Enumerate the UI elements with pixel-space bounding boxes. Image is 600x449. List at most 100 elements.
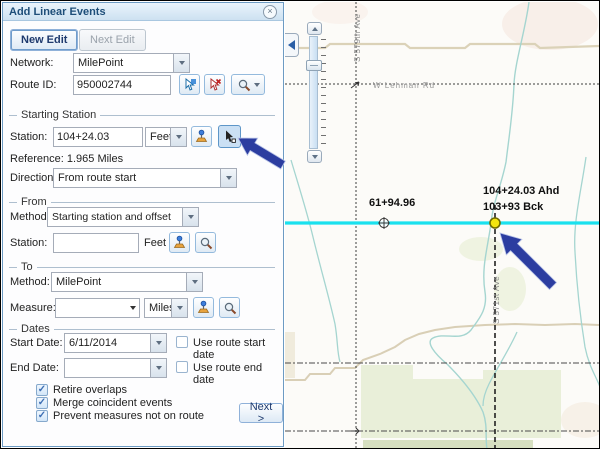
end-date-value [64, 358, 150, 378]
station-label-right-line2: 103+93 Bck [483, 201, 544, 213]
route-search-dropdown-button[interactable] [231, 74, 265, 95]
end-date-field[interactable] [64, 358, 167, 378]
clear-route-selection-button[interactable] [204, 74, 225, 95]
add-linear-events-panel: Add Linear Events × New Edit Next Edit N… [2, 2, 284, 447]
app-window: Add Linear Events × New Edit Next Edit N… [0, 0, 600, 449]
map-stream-right [575, 157, 600, 387]
road-label-579th: S 579th Ave [353, 13, 362, 62]
prevent-measures-checkbox[interactable]: ✓ [36, 410, 48, 422]
chevron-down-icon [254, 83, 260, 87]
next-edit-button[interactable]: Next Edit [79, 29, 146, 51]
measure-combobox[interactable] [55, 298, 140, 318]
from-method-label: Method: [10, 211, 50, 223]
pick-station-on-map-button[interactable] [218, 125, 241, 148]
panel-title: Add Linear Events [9, 6, 106, 18]
from-station-marker-button[interactable] [169, 232, 190, 253]
start-date-dropdown-icon[interactable] [150, 333, 167, 353]
panel-header: Add Linear Events × [3, 3, 283, 21]
road-label-571st: S 571st Ave [492, 276, 501, 324]
station-marker-tool-button[interactable] [191, 126, 212, 147]
network-dropdown-icon[interactable] [173, 53, 190, 73]
zoom-in-icon [312, 27, 318, 31]
to-title: To [17, 261, 37, 273]
start-date-value: 6/11/2014 [64, 333, 150, 353]
road-label-lehman: W Lehman Rd [373, 81, 435, 90]
zoom-slider-handle[interactable] [306, 60, 322, 71]
from-station-label: Station: [10, 237, 47, 249]
network-value: MilePoint [73, 53, 173, 73]
zoom-in-button[interactable] [307, 22, 322, 35]
map-direction-arrow [351, 82, 359, 88]
map-direction-arrow [351, 428, 359, 434]
starting-station-title: Starting Station [17, 109, 100, 121]
station-label-right-line1: 104+24.03 Ahd [483, 185, 559, 197]
use-route-end-date-label: Use route end date [193, 362, 283, 386]
from-method-dropdown-icon[interactable] [182, 207, 199, 227]
map-stream-left [291, 160, 340, 362]
new-edit-button[interactable]: New Edit [10, 29, 78, 51]
merge-coincident-events-checkbox[interactable]: ✓ [36, 397, 48, 409]
station-units-value: Feet [145, 127, 170, 147]
use-route-end-date-checkbox[interactable] [176, 361, 188, 373]
to-method-combobox[interactable]: MilePoint [51, 272, 203, 292]
collapse-arrow-icon [288, 40, 295, 50]
from-method-value: Starting station and offset [47, 207, 182, 227]
route-id-label: Route ID: [10, 79, 56, 91]
prevent-measures-label: Prevent measures not on route [53, 410, 204, 422]
measure-marker-button[interactable] [193, 297, 214, 318]
from-units-label: Feet [144, 237, 166, 249]
use-route-start-date-checkbox[interactable] [176, 336, 188, 348]
station-input[interactable] [53, 127, 143, 147]
map-canvas[interactable]: 61+94.96 104+24.03 Ahd 103+93 Bck W Lehm… [285, 2, 600, 449]
from-station-input[interactable] [53, 233, 139, 253]
starting-station-separator: Starting Station [9, 109, 275, 121]
reference-station-marker[interactable] [378, 217, 390, 229]
merge-coincident-events-label: Merge coincident events [53, 397, 172, 409]
map-patch [561, 402, 600, 438]
to-method-dropdown-icon[interactable] [186, 272, 203, 292]
end-date-dropdown-icon[interactable] [150, 358, 167, 378]
direction-value: From route start [53, 168, 220, 188]
direction-dropdown-icon[interactable] [220, 168, 237, 188]
start-date-label: Start Date: [10, 337, 63, 349]
reference-text: Reference: 1.965 Miles [10, 153, 123, 165]
measure-units-combobox[interactable]: Miles [144, 298, 188, 318]
zoom-slider-ticks [321, 39, 326, 147]
network-combobox[interactable]: MilePoint [73, 53, 190, 73]
retire-overlaps-checkbox[interactable]: ✓ [36, 384, 48, 396]
zoom-slider-track[interactable] [309, 36, 318, 149]
map-patch [285, 332, 295, 378]
station-units-combobox[interactable]: Feet [145, 127, 187, 147]
close-icon[interactable]: × [263, 5, 277, 19]
next-button[interactable]: Next > [239, 403, 283, 423]
magnifier-icon [237, 78, 251, 92]
station-marker-icon [196, 300, 211, 315]
zoom-out-button[interactable] [307, 150, 322, 163]
station-units-dropdown-icon[interactable] [170, 127, 187, 147]
measure-inline-dropdown-icon[interactable] [130, 306, 136, 310]
from-station-search-button[interactable] [195, 232, 216, 253]
pick-station-icon [222, 129, 237, 144]
select-route-on-map-button[interactable] [179, 74, 200, 95]
direction-label: Direction: [10, 172, 56, 184]
map-field-area [361, 365, 561, 438]
measure-search-button[interactable] [219, 297, 240, 318]
from-method-combobox[interactable]: Starting station and offset [47, 207, 199, 227]
station-marker-icon [172, 235, 187, 250]
map-graphics: 61+94.96 104+24.03 Ahd 103+93 Bck W Lehm… [285, 2, 600, 449]
direction-combobox[interactable]: From route start [53, 168, 237, 188]
network-label: Network: [10, 57, 53, 69]
measure-units-dropdown-icon[interactable] [171, 298, 188, 318]
magnifier-icon [223, 301, 237, 315]
end-date-label: End Date: [10, 362, 59, 374]
start-date-field[interactable]: 6/11/2014 [64, 333, 167, 353]
station-label-left: 61+94.96 [369, 197, 415, 209]
dates-title: Dates [17, 323, 54, 335]
to-method-label: Method: [10, 276, 50, 288]
panel-collapse-button[interactable] [285, 33, 299, 57]
route-id-input[interactable] [73, 75, 171, 95]
selected-station-marker[interactable] [490, 218, 500, 228]
from-title: From [17, 196, 51, 208]
zoom-out-icon [312, 155, 318, 159]
magnifier-icon [199, 236, 213, 250]
